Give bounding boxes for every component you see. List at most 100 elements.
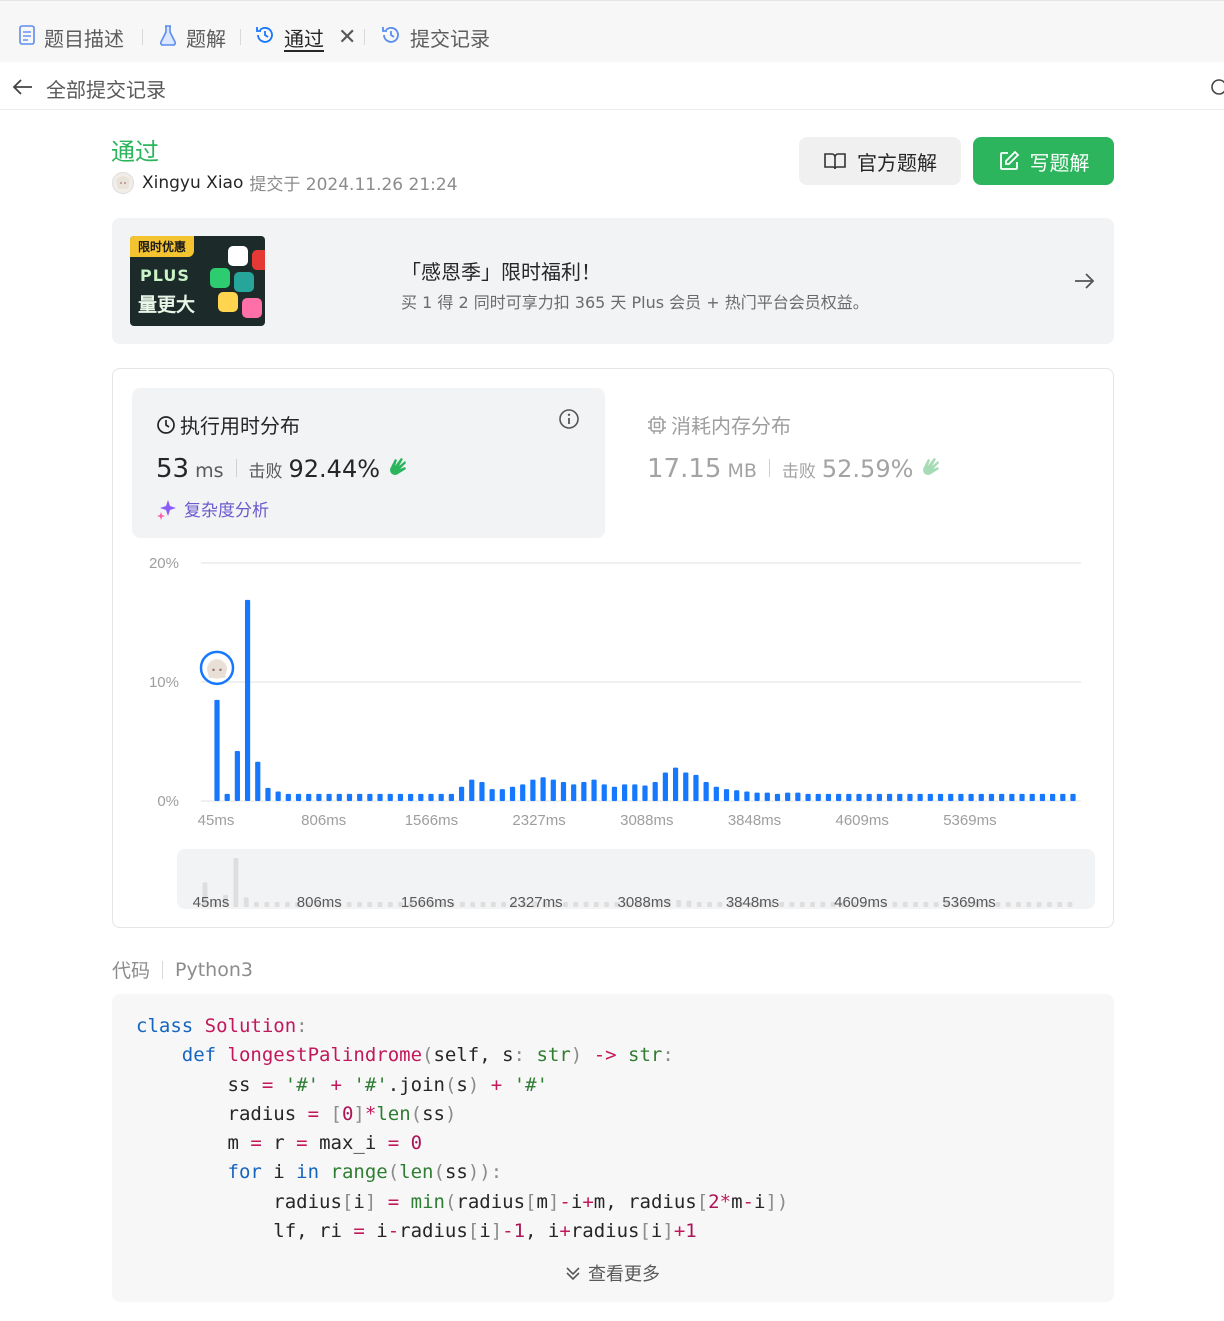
chart-bar[interactable] bbox=[876, 793, 882, 801]
chart-bar[interactable] bbox=[856, 793, 862, 801]
chart-bar[interactable] bbox=[917, 793, 923, 801]
chart-bar[interactable] bbox=[275, 791, 281, 801]
tab-solutions[interactable]: 题解 bbox=[158, 23, 226, 51]
chart-bar[interactable] bbox=[316, 793, 322, 801]
chart-bar[interactable] bbox=[601, 784, 607, 801]
chart-bar[interactable] bbox=[295, 793, 302, 801]
chart-bar[interactable] bbox=[448, 793, 454, 801]
write-solution-button[interactable]: 写题解 bbox=[973, 137, 1114, 185]
chart-bar[interactable] bbox=[703, 781, 709, 801]
chart-bar[interactable] bbox=[611, 786, 618, 801]
chart-bar[interactable] bbox=[377, 793, 383, 801]
chart-bar[interactable] bbox=[937, 793, 944, 801]
chart-bar[interactable] bbox=[285, 793, 291, 801]
chart-bar[interactable] bbox=[438, 793, 444, 801]
chart-bar[interactable] bbox=[265, 787, 271, 801]
chart-bar[interactable] bbox=[642, 785, 648, 801]
chart-bar[interactable] bbox=[591, 779, 597, 801]
chart-bar[interactable] bbox=[571, 784, 577, 801]
chart-bar[interactable] bbox=[652, 781, 658, 801]
chart-bar[interactable] bbox=[723, 789, 730, 801]
chart-bar[interactable] bbox=[408, 793, 414, 801]
chart-bar[interactable] bbox=[815, 793, 821, 801]
show-more-button[interactable]: 查看更多 bbox=[0, 1260, 1224, 1286]
chart-bar[interactable] bbox=[234, 751, 240, 801]
chart-bar[interactable] bbox=[948, 793, 954, 801]
chart-bar[interactable] bbox=[530, 779, 536, 801]
memory-panel[interactable]: 消耗内存分布 17.15 MB 击败 52.59% bbox=[625, 388, 1095, 538]
chart-bar[interactable] bbox=[1070, 793, 1076, 801]
chart-bar[interactable] bbox=[836, 793, 842, 801]
chart-bar[interactable] bbox=[489, 789, 495, 801]
chart-bar[interactable] bbox=[683, 772, 689, 801]
chart-bar[interactable] bbox=[224, 793, 230, 801]
chart-bar[interactable] bbox=[693, 774, 699, 801]
share-icon[interactable] bbox=[1208, 76, 1224, 98]
chart-bar[interactable] bbox=[367, 793, 373, 801]
chart-bar[interactable] bbox=[244, 599, 251, 801]
avatar[interactable] bbox=[112, 171, 134, 194]
chart-bar[interactable] bbox=[255, 761, 261, 801]
chart-bar[interactable] bbox=[479, 781, 485, 801]
chart-bar[interactable] bbox=[581, 781, 587, 801]
tab-description[interactable]: 题目描述 bbox=[18, 23, 124, 51]
chart-bar[interactable] bbox=[672, 767, 679, 801]
chart-bar[interactable] bbox=[509, 786, 516, 801]
tab-submissions[interactable]: 提交记录 bbox=[380, 23, 490, 51]
chart-bar[interactable] bbox=[632, 784, 638, 801]
chart-bar[interactable] bbox=[805, 793, 811, 801]
chart-bar[interactable] bbox=[744, 791, 750, 801]
chart-bar[interactable] bbox=[306, 793, 312, 801]
chart-bar[interactable] bbox=[1029, 793, 1035, 801]
runtime-distribution-chart[interactable]: 0% 10% 20% 45ms 806ms 1566ms 2327ms 3088ms 3848m… bbox=[113, 549, 1113, 849]
chart-bar[interactable] bbox=[499, 789, 505, 801]
close-icon[interactable]: ✕ bbox=[338, 25, 356, 50]
chart-bar[interactable] bbox=[968, 793, 974, 801]
chart-bar[interactable] bbox=[560, 781, 567, 801]
official-solution-button[interactable]: 官方题解 bbox=[799, 137, 961, 185]
chart-bar[interactable] bbox=[469, 779, 475, 801]
chart-bar[interactable] bbox=[1009, 793, 1015, 801]
chart-bar[interactable] bbox=[764, 792, 770, 801]
chart-bar[interactable] bbox=[214, 699, 220, 801]
chart-bar[interactable] bbox=[774, 793, 781, 801]
chart-bar[interactable] bbox=[387, 793, 393, 801]
chart-bar[interactable] bbox=[846, 793, 852, 801]
chart-bar[interactable] bbox=[1019, 793, 1025, 801]
chart-bar[interactable] bbox=[540, 777, 546, 801]
chart-bar[interactable] bbox=[978, 793, 984, 801]
complexity-analysis-link[interactable]: 复杂度分析 bbox=[156, 496, 269, 521]
chart-bar[interactable] bbox=[336, 793, 342, 801]
username[interactable]: Xingyu Xiao bbox=[142, 173, 243, 193]
chart-bar[interactable] bbox=[785, 792, 791, 801]
chart-bar[interactable] bbox=[1060, 793, 1066, 801]
chart-bar[interactable] bbox=[397, 793, 404, 801]
chart-bar[interactable] bbox=[622, 784, 628, 801]
chart-bar[interactable] bbox=[907, 793, 913, 801]
chart-bar[interactable] bbox=[734, 790, 740, 801]
chart-bar[interactable] bbox=[1050, 793, 1056, 801]
promo-banner[interactable]: 限时优惠 PLUS 量更大 「感恩季」限时福利！ 买 1 得 2 同时可享力扣 … bbox=[112, 218, 1114, 344]
chart-bar[interactable] bbox=[866, 793, 872, 801]
chart-bar[interactable] bbox=[520, 784, 526, 801]
chart-bar[interactable] bbox=[418, 793, 424, 801]
chart-bar[interactable] bbox=[346, 793, 353, 801]
arrow-right-icon[interactable] bbox=[1072, 269, 1096, 293]
chart-bar[interactable] bbox=[754, 792, 760, 801]
all-submissions-link[interactable]: 全部提交记录 bbox=[46, 74, 166, 103]
chart-bar[interactable] bbox=[999, 793, 1005, 801]
chart-bar[interactable] bbox=[357, 793, 363, 801]
chart-bar[interactable] bbox=[458, 786, 465, 801]
chart-bar[interactable] bbox=[927, 793, 933, 801]
tab-accepted[interactable]: 通过 ✕ bbox=[254, 23, 356, 51]
chart-bar[interactable] bbox=[550, 779, 556, 801]
chart-bar[interactable] bbox=[326, 793, 332, 801]
chart-bar[interactable] bbox=[1039, 793, 1046, 801]
chart-bar[interactable] bbox=[662, 772, 668, 801]
runtime-panel[interactable]: 执行用时分布 53 ms 击败 92.44% 复杂度分析 bbox=[132, 388, 605, 538]
chart-bar[interactable] bbox=[825, 793, 832, 801]
chart-range-slider[interactable]: 45ms 806ms 1566ms 2327ms 3088ms 3848ms 4609ms 5… bbox=[177, 849, 1095, 909]
chart-bar[interactable] bbox=[958, 793, 964, 801]
chart-bar[interactable] bbox=[988, 793, 995, 801]
back-arrow-icon[interactable] bbox=[12, 76, 34, 98]
